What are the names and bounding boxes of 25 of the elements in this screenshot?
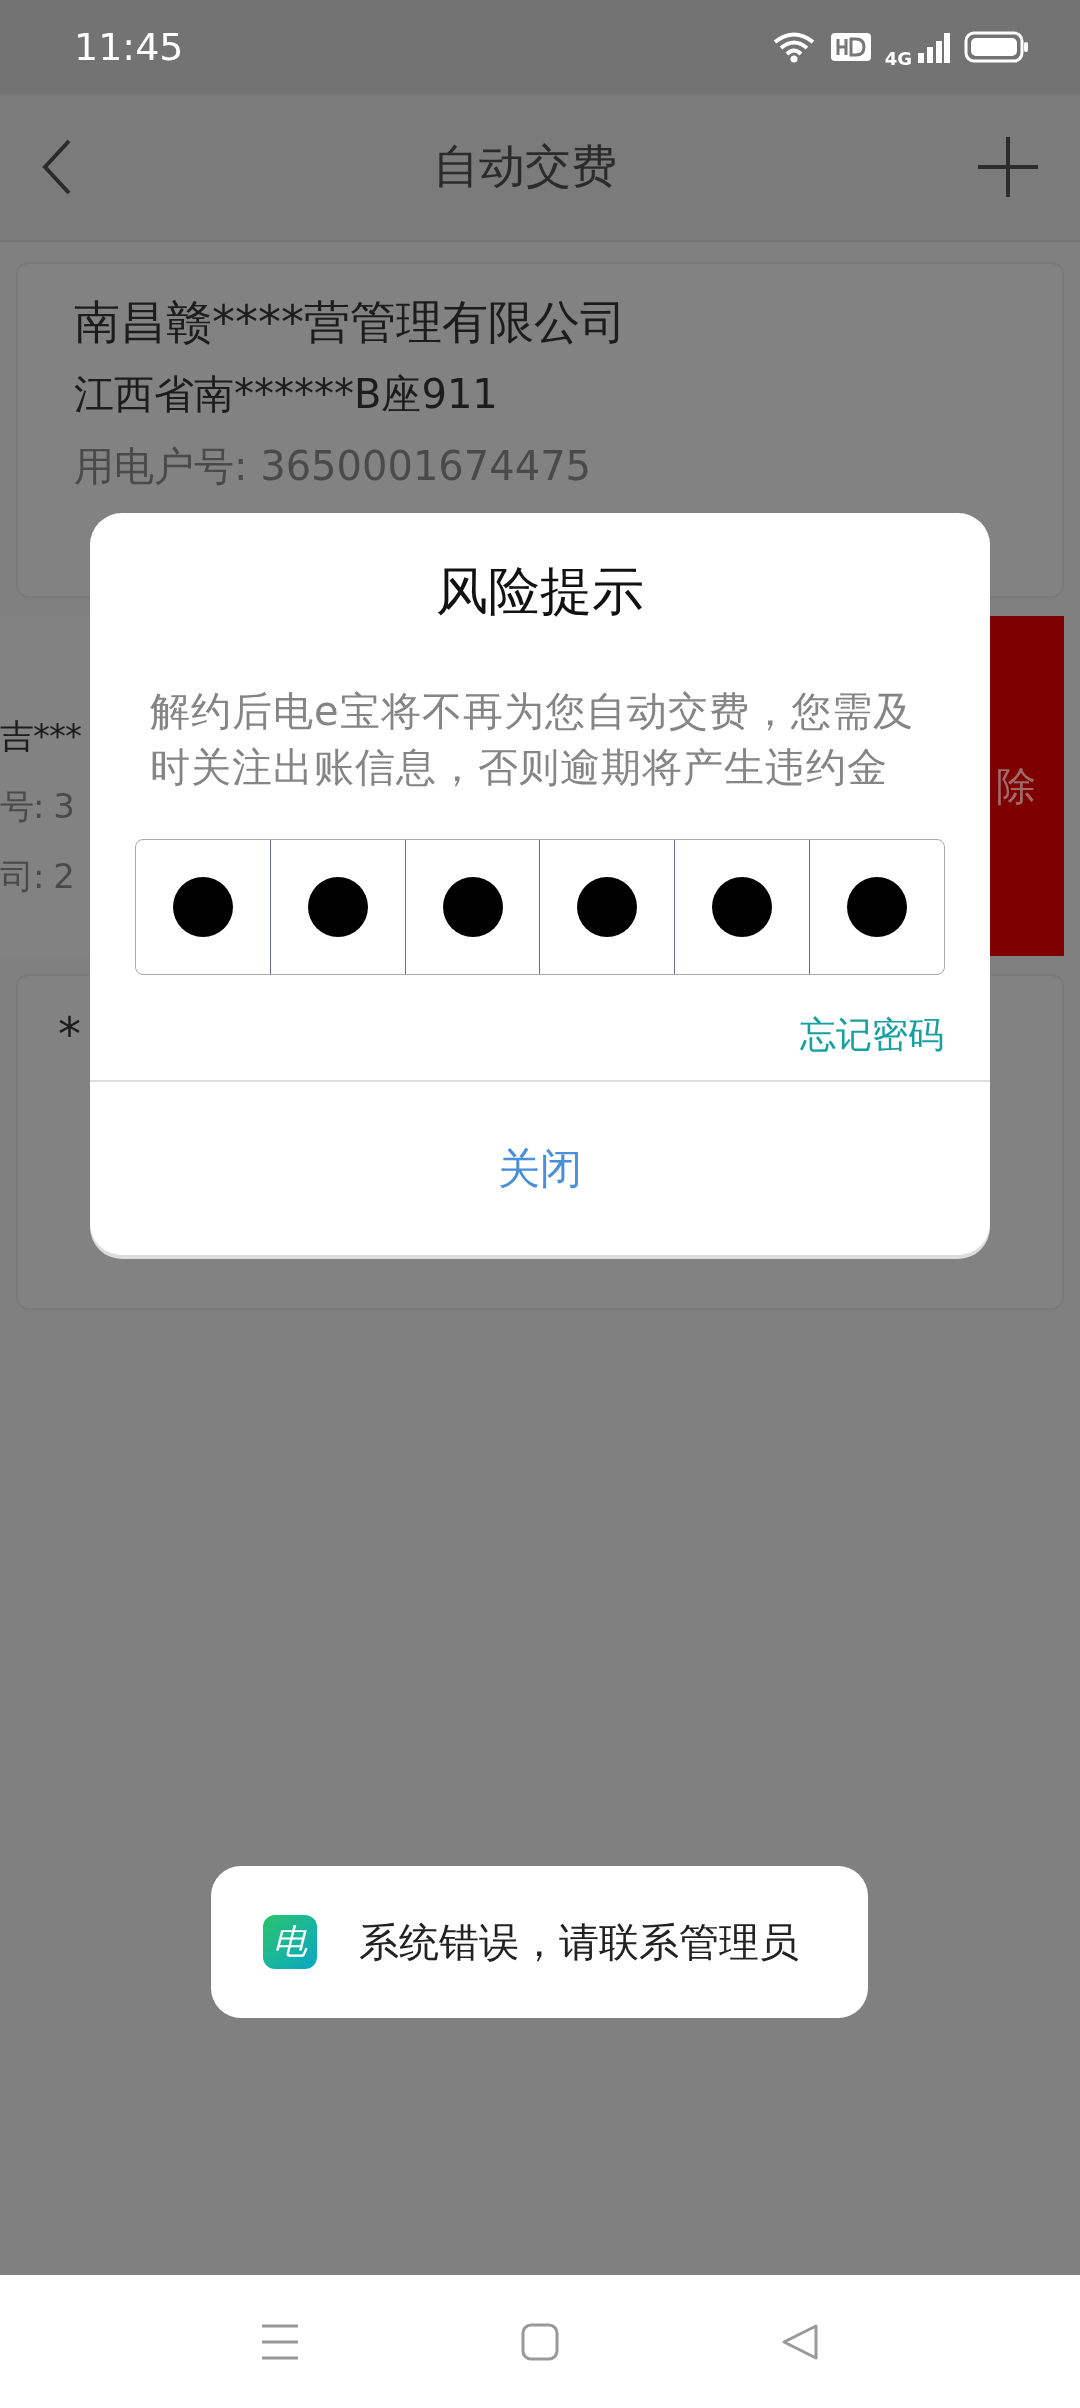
- back-triangle-icon[interactable]: [781, 2322, 819, 2361]
- menu-icon[interactable]: [261, 2322, 299, 2361]
- card-text: 司: 2: [0, 855, 74, 898]
- network-type: 4G: [884, 47, 912, 69]
- card-text: 江西省南******B座911: [74, 370, 498, 419]
- toast-message: 系统错误，请联系管理员: [359, 1917, 799, 1967]
- status-time: 11:45: [74, 25, 184, 69]
- back-icon[interactable]: [42, 139, 72, 195]
- card-text: 号: 3: [0, 785, 74, 828]
- dialog-message: 解约后电e宝将不再为您自动交费，您需及时关注出账信息，否则逾期将产生违约金: [150, 687, 915, 792]
- close-button[interactable]: 关闭: [90, 1080, 990, 1255]
- card-text: 用电户号: 3650001674475: [74, 442, 592, 491]
- signal-icon: [916, 31, 950, 63]
- app-icon: 电: [263, 1915, 317, 1969]
- card-text: 南昌赣****营管理有限公司: [74, 294, 626, 350]
- pin-field[interactable]: [135, 839, 945, 975]
- card-text: *: [58, 1006, 81, 1062]
- hd-icon: [830, 33, 871, 61]
- forgot-password-link[interactable]: 忘记密码: [800, 1011, 944, 1060]
- battery-icon: [964, 31, 1030, 63]
- home-icon[interactable]: [521, 2322, 559, 2361]
- plus-icon[interactable]: [978, 137, 1038, 197]
- card-text: 吉***: [0, 715, 81, 758]
- page-title: 自动交费: [433, 138, 617, 195]
- wifi-icon: [772, 31, 817, 63]
